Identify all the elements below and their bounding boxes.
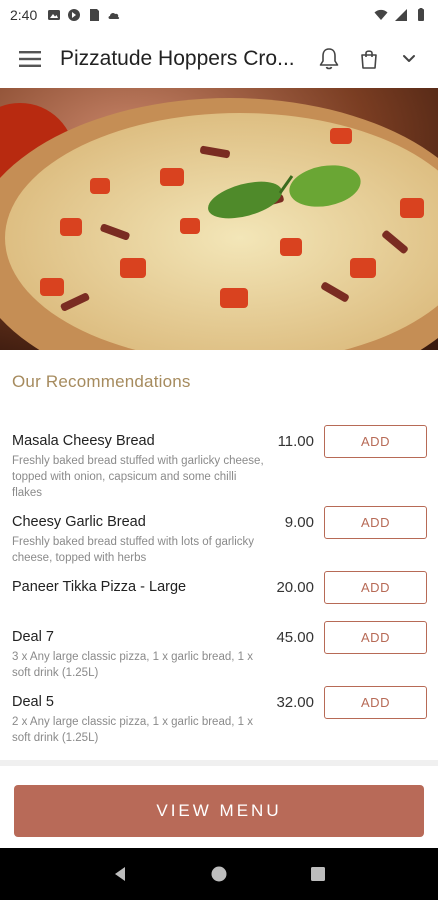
chevron-down-icon: [403, 55, 415, 62]
add-button[interactable]: ADD: [324, 571, 427, 604]
cart-button[interactable]: [356, 46, 382, 72]
back-icon[interactable]: [111, 865, 129, 883]
view-menu-button[interactable]: VIEW MENU: [14, 785, 424, 837]
item-price: 9.00: [284, 514, 314, 531]
recents-icon[interactable]: [309, 865, 327, 883]
sd-card-icon: [90, 9, 100, 21]
item-price: 11.00: [277, 433, 314, 450]
notifications-button[interactable]: [316, 46, 342, 72]
item-price: 32.00: [276, 694, 314, 711]
item-name: Deal 5: [12, 694, 54, 710]
status-time: 2:40: [10, 7, 38, 23]
add-button[interactable]: ADD: [324, 686, 427, 719]
add-button[interactable]: ADD: [324, 506, 427, 539]
item-description: Freshly baked bread stuffed with garlick…: [12, 455, 264, 499]
divider: [0, 760, 438, 766]
app-title: Pizzatude Hoppers Cro...: [60, 47, 295, 70]
item-name: Deal 7: [12, 629, 54, 645]
pizza-illustration: [0, 88, 438, 350]
item-price: 45.00: [276, 629, 314, 646]
item-name: Masala Cheesy Bread: [12, 433, 155, 449]
add-button[interactable]: ADD: [324, 425, 427, 458]
app-notification-icon: [68, 9, 81, 21]
menu-button[interactable]: [0, 30, 60, 88]
bell-icon: [319, 48, 339, 70]
shopping-bag-icon: [361, 50, 377, 69]
home-icon[interactable]: [210, 865, 228, 883]
item-name: Cheesy Garlic Bread: [12, 514, 146, 530]
battery-icon: [418, 8, 424, 21]
item-price: 20.00: [276, 579, 314, 596]
item-name: Paneer Tikka Pizza - Large: [12, 579, 187, 595]
store-dropdown-button[interactable]: [396, 46, 422, 72]
system-nav-bar: [0, 848, 438, 900]
hero-pizza-image: [0, 88, 438, 350]
section-title: Our Recommendations: [12, 372, 191, 391]
status-bar: 2:40: [0, 0, 438, 30]
wifi-icon: [374, 9, 388, 20]
add-button[interactable]: ADD: [324, 621, 427, 654]
hamburger-icon: [19, 51, 41, 67]
app-bar: Pizzatude Hoppers Cro...: [0, 30, 438, 88]
cloud-icon: [108, 12, 120, 19]
item-description: Freshly baked bread stuffed with lots of…: [12, 536, 255, 564]
item-description: 3 x Any large classic pizza, 1 x garlic …: [12, 651, 253, 679]
signal-icon: [395, 9, 407, 21]
item-description: 2 x Any large classic pizza, 1 x garlic …: [12, 716, 253, 744]
image-notification-icon: [48, 10, 61, 20]
